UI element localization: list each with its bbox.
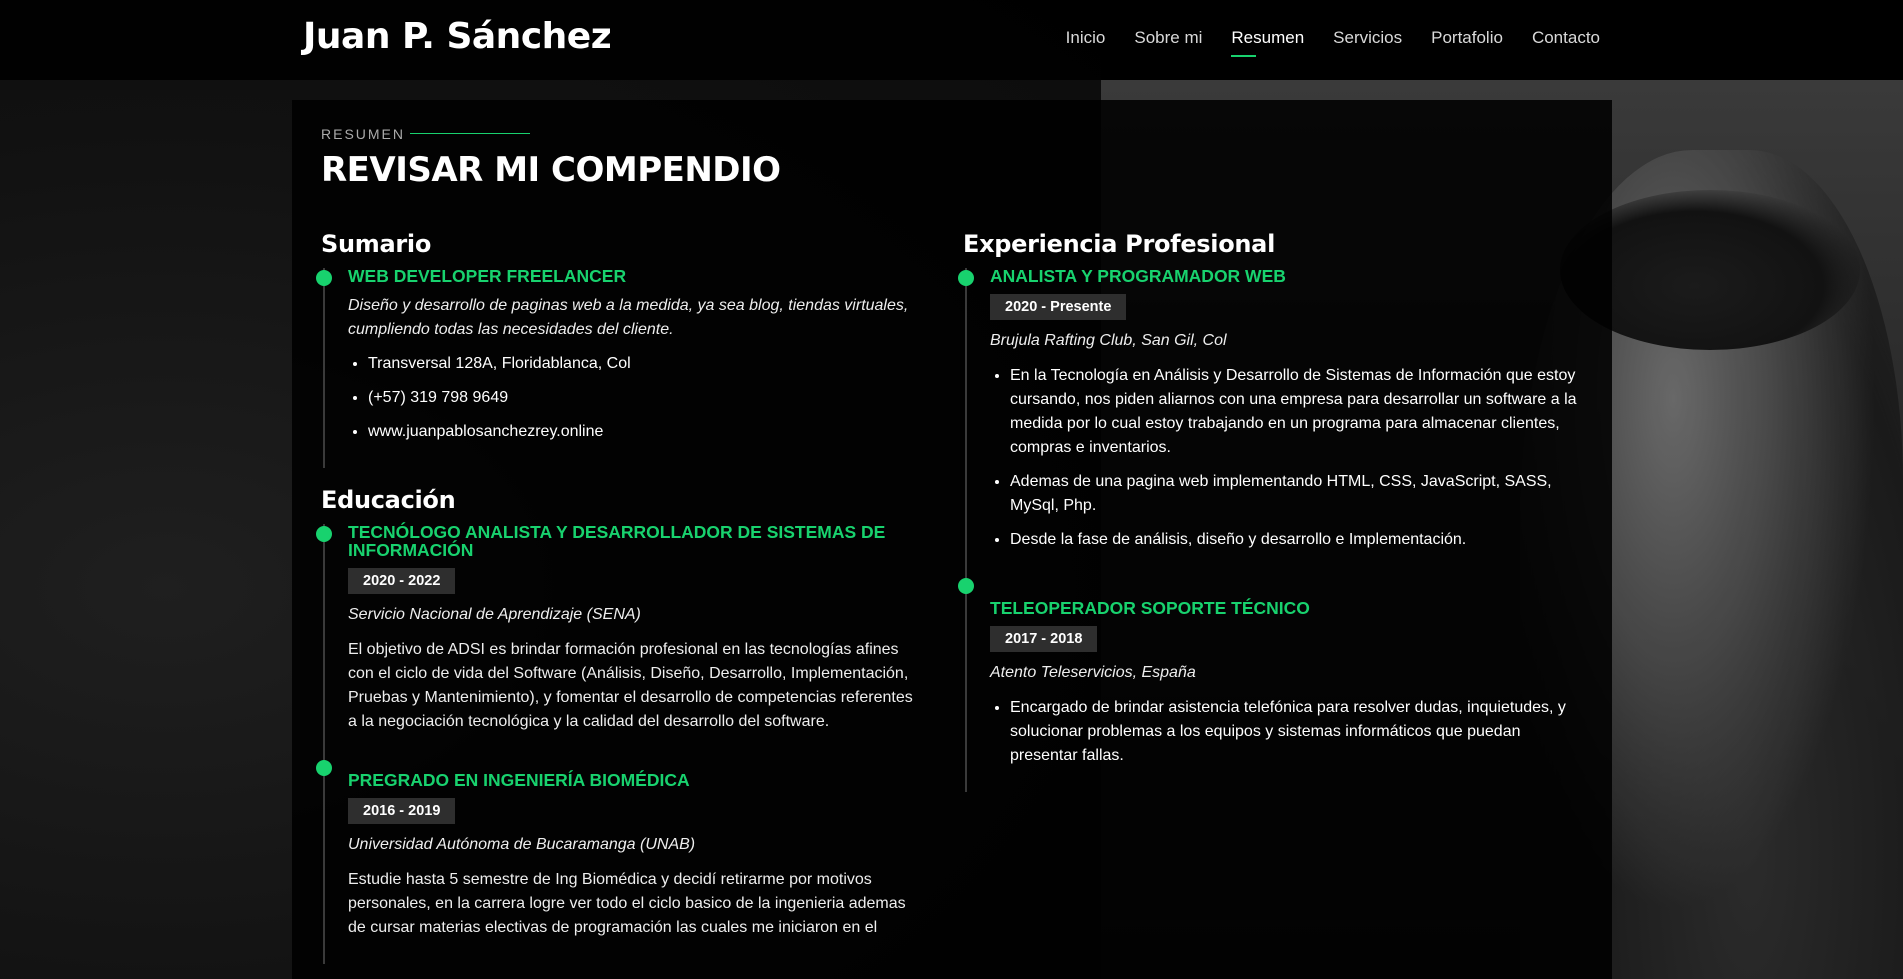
experience-bullets: En la Tecnología en Análisis y Desarroll…	[990, 364, 1583, 552]
sumario-heading: Sumario	[321, 230, 432, 258]
experience-item: ANALISTA Y PROGRAMADOR WEB 2020 - Presen…	[958, 266, 1583, 576]
resume-panel: RESUMEN REVISAR MI COMPENDIO Sumario WEB…	[292, 100, 1612, 979]
experience-bullet: Desde la fase de análisis, diseño y desa…	[1010, 528, 1583, 552]
experience-org: Atento Teleservicios, España	[990, 664, 1196, 681]
experience-date: 2017 - 2018	[990, 626, 1098, 652]
education-item: PREGRADO EN INGENIERÍA BIOMÉDICA 2016 - …	[316, 758, 921, 964]
section-label: RESUMEN	[321, 126, 406, 142]
nav-servicios[interactable]: Servicios	[1333, 28, 1402, 48]
left-column: Sumario WEB DEVELOPER FREELANCER Diseño …	[316, 230, 921, 964]
experience-org: Brujula Rafting Club, San Gil, Col	[990, 332, 1227, 349]
education-date: 2016 - 2019	[348, 798, 456, 824]
sumario-title: WEB DEVELOPER FREELANCER	[348, 266, 627, 286]
experience-title: TELEOPERADOR SOPORTE TÉCNICO	[990, 598, 1310, 618]
education-date: 2020 - 2022	[348, 568, 456, 594]
sumario-description: Diseño y desarrollo de paginas web a la …	[348, 297, 909, 338]
education-item: TECNÓLOGO ANALISTA Y DESARROLLADOR DE SI…	[316, 522, 921, 758]
contact-phone: (+57) 319 798 9649	[368, 386, 921, 410]
contact-address: Transversal 128A, Floridablanca, Col	[368, 352, 921, 376]
experiencia-heading: Experiencia Profesional	[963, 230, 1276, 258]
experience-date: 2020 - Presente	[990, 294, 1127, 320]
experience-title: ANALISTA Y PROGRAMADOR WEB	[990, 266, 1286, 286]
experience-bullets: Encargado de brindar asistencia telefóni…	[990, 696, 1583, 768]
nav-resumen[interactable]: Resumen	[1231, 28, 1304, 57]
nav-contacto[interactable]: Contacto	[1532, 28, 1600, 48]
contact-website: www.juanpablosanchezrey.online	[368, 420, 921, 444]
educacion-heading: Educación	[321, 486, 456, 514]
contact-list: Transversal 128A, Floridablanca, Col (+5…	[348, 352, 921, 444]
nav-inicio[interactable]: Inicio	[1066, 28, 1106, 48]
experience-bullet: Ademas de una pagina web implementando H…	[1010, 470, 1583, 518]
education-description: Estudie hasta 5 semestre de Ing Biomédic…	[348, 871, 906, 936]
site-header: Juan P. Sánchez Inicio Sobre mi Resumen …	[0, 0, 1903, 80]
section-label-line	[410, 133, 530, 134]
education-title: PREGRADO EN INGENIERÍA BIOMÉDICA	[348, 770, 690, 790]
nav-portafolio[interactable]: Portafolio	[1431, 28, 1503, 48]
education-description: El objetivo de ADSI es brindar formación…	[348, 641, 913, 730]
section-title: REVISAR MI COMPENDIO	[321, 150, 781, 190]
sumario-item: WEB DEVELOPER FREELANCER Diseño y desarr…	[316, 266, 921, 468]
experience-bullet: En la Tecnología en Análisis y Desarroll…	[1010, 364, 1583, 460]
education-title: TECNÓLOGO ANALISTA Y DESARROLLADOR DE SI…	[348, 522, 886, 560]
site-logo[interactable]: Juan P. Sánchez	[303, 16, 612, 57]
nav-sobre-mi[interactable]: Sobre mi	[1134, 28, 1202, 48]
experience-bullet: Encargado de brindar asistencia telefóni…	[1010, 696, 1583, 768]
main-nav: Inicio Sobre mi Resumen Servicios Portaf…	[1066, 28, 1600, 57]
experience-item: TELEOPERADOR SOPORTE TÉCNICO 2017 - 2018…	[958, 576, 1583, 792]
education-org: Servicio Nacional de Aprendizaje (SENA)	[348, 606, 641, 623]
right-column: Experiencia Profesional ANALISTA Y PROGR…	[958, 230, 1583, 792]
education-org: Universidad Autónoma de Bucaramanga (UNA…	[348, 836, 696, 853]
